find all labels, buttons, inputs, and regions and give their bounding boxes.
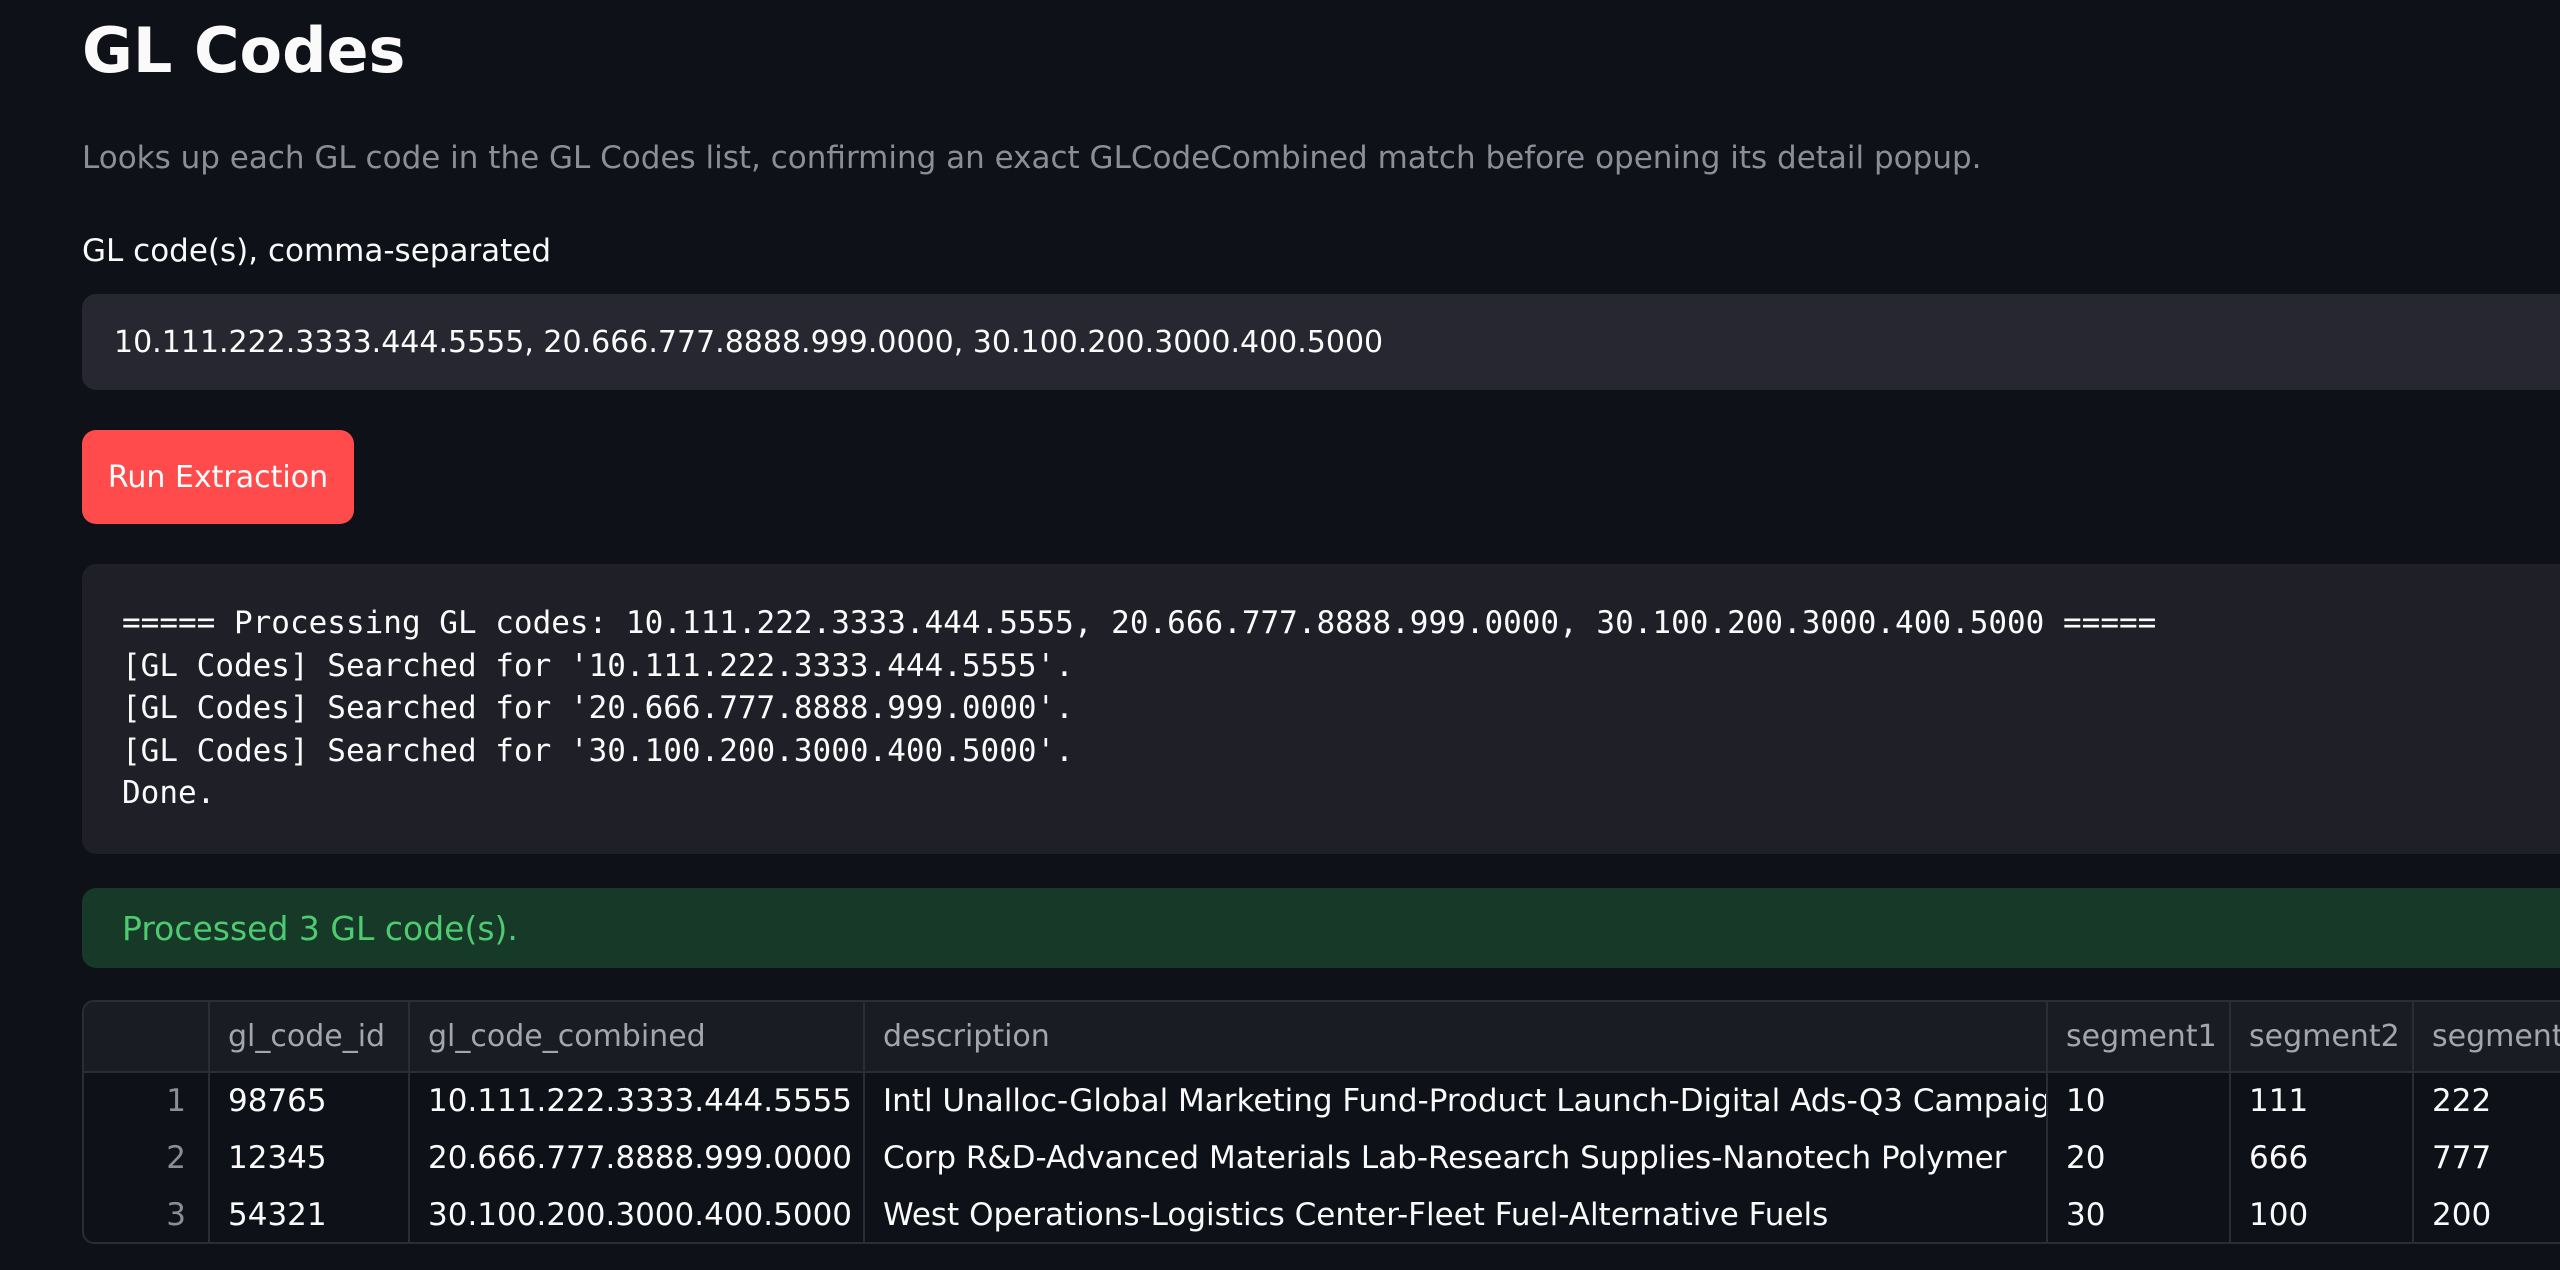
page-title: GL Codes xyxy=(82,14,406,87)
cell-segment1[interactable]: 10 xyxy=(2047,1072,2231,1129)
cell-description[interactable]: Corp R&D-Advanced Materials Lab-Research… xyxy=(864,1129,2048,1186)
column-header-index[interactable] xyxy=(84,1002,210,1073)
cell-segment2[interactable]: 666 xyxy=(2230,1129,2414,1186)
row-index: 2 xyxy=(84,1129,210,1186)
column-header-gl-code-id[interactable]: gl_code_id xyxy=(209,1002,410,1073)
app-root: GL Codes Looks up each GL code in the GL… xyxy=(0,0,2560,1270)
cell-segment1[interactable]: 20 xyxy=(2047,1129,2231,1186)
cell-gl-code-combined[interactable]: 20.666.777.8888.999.0000 xyxy=(409,1129,865,1186)
run-extraction-button[interactable]: Run Extraction xyxy=(82,430,354,524)
column-header-segment1[interactable]: segment1 xyxy=(2047,1002,2231,1073)
table-row: 3 54321 30.100.200.3000.400.5000 West Op… xyxy=(84,1186,2560,1242)
cell-segment1[interactable]: 30 xyxy=(2047,1186,2231,1242)
log-line: [GL Codes] Searched for '20.666.777.8888… xyxy=(122,690,1074,726)
cell-segment3[interactable]: 777 xyxy=(2413,1129,2560,1186)
page-caption: Looks up each GL code in the GL Codes li… xyxy=(82,140,1982,176)
log-output: ===== Processing GL codes: 10.111.222.33… xyxy=(82,564,2560,854)
table-row: 2 12345 20.666.777.8888.999.0000 Corp R&… xyxy=(84,1129,2560,1186)
row-index: 1 xyxy=(84,1072,210,1129)
column-header-description[interactable]: description xyxy=(864,1002,2048,1073)
cell-segment2[interactable]: 111 xyxy=(2230,1072,2414,1129)
cell-gl-code-id[interactable]: 54321 xyxy=(209,1186,410,1242)
cell-segment2[interactable]: 100 xyxy=(2230,1186,2414,1242)
cell-segment3[interactable]: 222 xyxy=(2413,1072,2560,1129)
column-header-gl-code-combined[interactable]: gl_code_combined xyxy=(409,1002,865,1073)
results-table[interactable]: gl_code_id gl_code_combined description … xyxy=(82,1000,2560,1244)
gl-codes-input-label: GL code(s), comma-separated xyxy=(82,233,552,269)
cell-gl-code-combined[interactable]: 30.100.200.3000.400.5000 xyxy=(409,1186,865,1242)
cell-gl-code-combined[interactable]: 10.111.222.3333.444.5555 xyxy=(409,1072,865,1129)
cell-gl-code-id[interactable]: 98765 xyxy=(209,1072,410,1129)
row-index: 3 xyxy=(84,1186,210,1242)
table-header-row: gl_code_id gl_code_combined description … xyxy=(84,1002,2560,1073)
table-row: 1 98765 10.111.222.3333.444.5555 Intl Un… xyxy=(84,1072,2560,1129)
log-line: Done. xyxy=(122,775,216,811)
log-line: ===== Processing GL codes: 10.111.222.33… xyxy=(122,605,2157,641)
cell-description[interactable]: Intl Unalloc-Global Marketing Fund-Produ… xyxy=(864,1072,2048,1129)
success-alert: Processed 3 GL code(s). xyxy=(82,888,2560,968)
results-grid: gl_code_id gl_code_combined description … xyxy=(84,1002,2560,1242)
column-header-segment3[interactable]: segment3 xyxy=(2413,1002,2560,1073)
cell-gl-code-id[interactable]: 12345 xyxy=(209,1129,410,1186)
log-line: [GL Codes] Searched for '30.100.200.3000… xyxy=(122,732,1074,769)
cell-description[interactable]: West Operations-Logistics Center-Fleet F… xyxy=(864,1186,2048,1242)
cell-segment3[interactable]: 200 xyxy=(2413,1186,2560,1242)
gl-codes-input[interactable] xyxy=(82,294,2560,390)
column-header-segment2[interactable]: segment2 xyxy=(2230,1002,2414,1073)
log-line: [GL Codes] Searched for '10.111.222.3333… xyxy=(122,647,1074,684)
success-message: Processed 3 GL code(s). xyxy=(122,908,518,948)
